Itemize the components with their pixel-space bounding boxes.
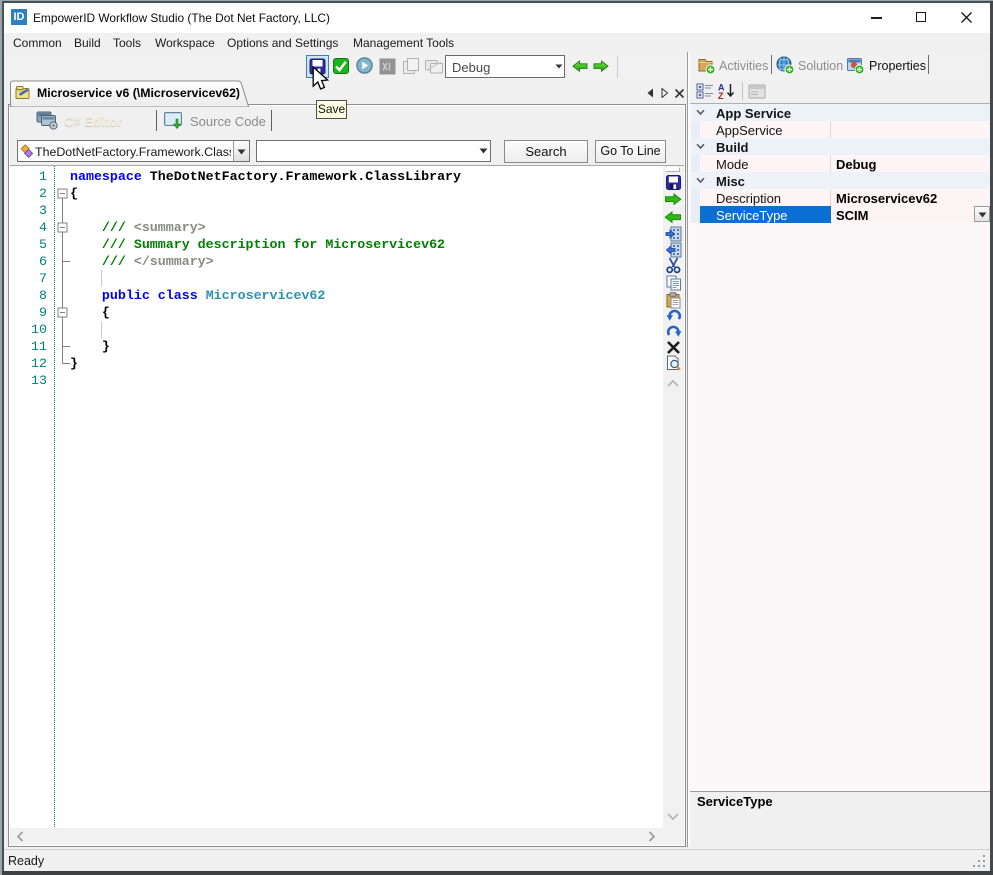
svg-text:Z: Z — [718, 91, 724, 100]
